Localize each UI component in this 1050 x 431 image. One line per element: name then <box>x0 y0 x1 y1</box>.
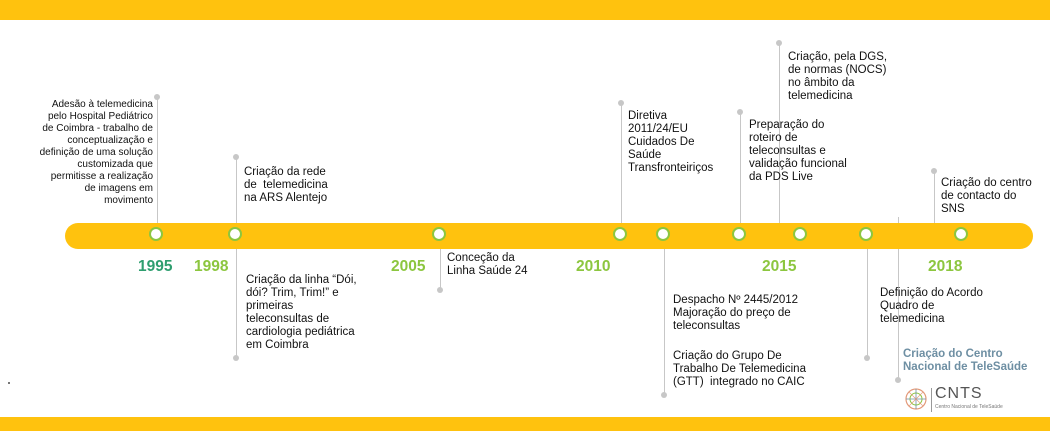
year-label-1995: 1995 <box>138 258 173 275</box>
year-label-2015: 2015 <box>762 258 797 275</box>
stem-1998-linha <box>236 247 237 357</box>
stem-dot-acordo <box>895 377 901 383</box>
cnts-logo-subtitle: Centro Nacional de TeleSaúde <box>935 404 1003 410</box>
stem-dot-pds <box>737 109 743 115</box>
cnts-logo: CNTS Centro Nacional de TeleSaúde <box>905 386 1035 414</box>
stem-dot-diretiva <box>618 100 624 106</box>
event-2018-centro-contacto-sns: Criação do centro de contacto do SNS <box>941 177 1032 215</box>
event-dgs-nocs: Criação, pela DGS, de normas (NOCS) no â… <box>788 51 888 102</box>
year-label-2010: 2010 <box>576 258 611 275</box>
stem-2018-contacto <box>934 172 935 225</box>
event-acordo-quadro: Definição do Acordo Quadro de telemedici… <box>880 287 983 325</box>
timeline-node-2018 <box>954 227 968 241</box>
event-1995-hospital-pediatrico: Adesão à telemedicina pelo Hospital Pedi… <box>39 99 153 206</box>
year-label-2018: 2018 <box>928 258 963 275</box>
stray-mark <box>8 382 10 384</box>
event-despacho-2445-2012: Despacho Nº 2445/2012 Majoração do preço… <box>673 294 799 332</box>
timeline-node-2014 <box>732 227 746 241</box>
event-pds-live: Preparação do roteiro de teleconsultas e… <box>749 119 847 183</box>
stem-1995 <box>157 98 158 225</box>
stem-dot-2005 <box>437 287 443 293</box>
timeline-node-2005 <box>432 227 446 241</box>
stem-dot-1998-rede <box>233 154 239 160</box>
top-band <box>0 0 1050 20</box>
event-centro-nacional-telesaude: Criação do Centro Nacional de TeleSaúde <box>903 348 1028 373</box>
stem-dot-dgs <box>776 40 782 46</box>
timeline-node-2017 <box>859 227 873 241</box>
timeline-bar <box>65 223 1033 249</box>
stem-diretiva <box>621 103 622 225</box>
stem-dot-despacho-gtt <box>661 392 667 398</box>
stem-1998-rede <box>236 157 237 225</box>
stem-dot-1998-linha <box>233 355 239 361</box>
event-diretiva-2011-24-eu: Diretiva 2011/24/EU Cuidados De Saúde Tr… <box>628 110 714 174</box>
stem-dot-2018-contacto <box>931 168 937 174</box>
year-label-1998: 1998 <box>194 258 229 275</box>
timeline-node-2010 <box>613 227 627 241</box>
year-label-2005: 2005 <box>391 258 426 275</box>
cnts-logo-title: CNTS <box>935 385 983 402</box>
stem-despacho-gtt <box>664 247 665 395</box>
bottom-band <box>0 417 1050 431</box>
logo-separator <box>931 388 932 412</box>
timeline-node-1995 <box>149 227 163 241</box>
event-2005-linha-saude-24: Conceção da Linha Saúde 24 <box>447 252 528 277</box>
stem-dot-cnts <box>864 355 870 361</box>
timeline-node-1998 <box>228 227 242 241</box>
stem-dot-1995 <box>154 94 160 100</box>
stem-cnts <box>867 247 868 357</box>
timeline-node-2015 <box>793 227 807 241</box>
stem-2005 <box>440 247 441 289</box>
globe-network-icon <box>905 388 927 410</box>
timeline-node-2012 <box>656 227 670 241</box>
event-criacao-gtt: Criação do Grupo De Trabalho De Telemedi… <box>673 350 806 388</box>
event-1998-linha-doi-doi: Criação da linha “Dói, dói? Trim, Trim!”… <box>246 274 357 351</box>
stem-pds <box>740 112 741 225</box>
event-1998-rede-ars-alentejo: Criação da rede de telemedicina na ARS A… <box>244 166 328 204</box>
